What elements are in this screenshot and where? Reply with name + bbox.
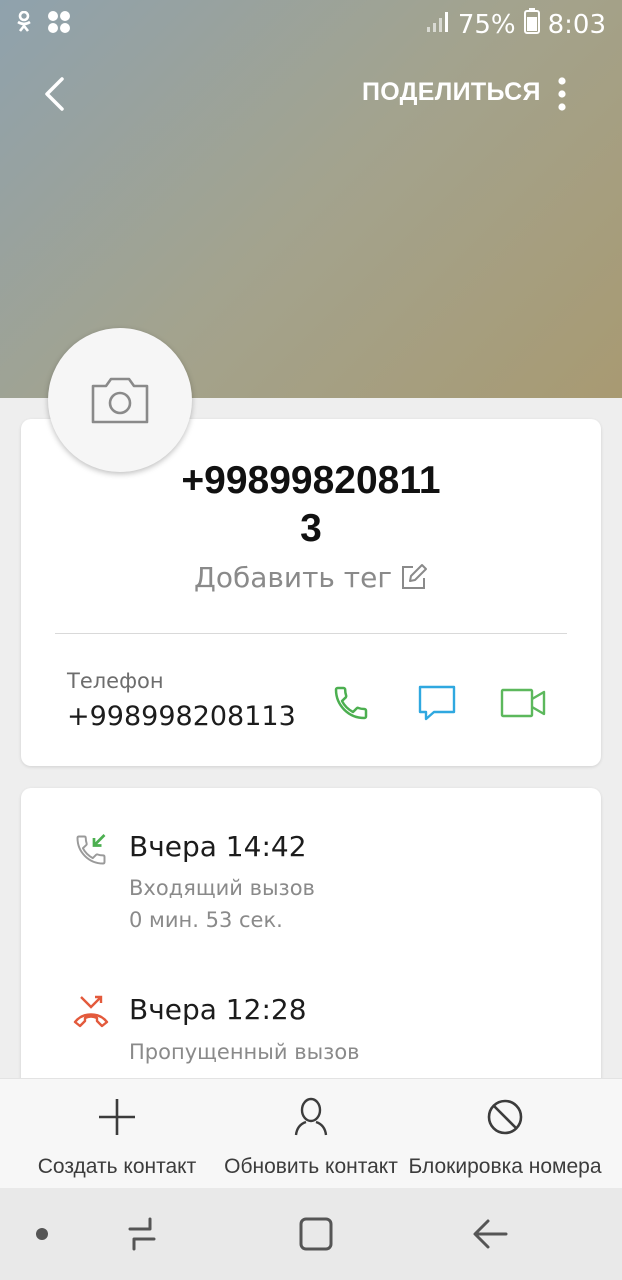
incoming-call-icon <box>71 830 111 870</box>
odnoklassniki-icon <box>16 10 32 37</box>
camera-icon <box>91 377 149 424</box>
block-icon <box>487 1099 523 1135</box>
missed-call-icon <box>71 992 111 1032</box>
back-nav-icon[interactable] <box>466 1212 514 1256</box>
more-options-button[interactable] <box>540 70 584 118</box>
person-icon <box>294 1097 328 1136</box>
call-log-duration: 0 мин. 53 сек. <box>129 908 283 932</box>
add-photo-button[interactable] <box>48 328 192 472</box>
block-number-button[interactable]: Блокировка номера <box>408 1079 602 1189</box>
home-icon[interactable] <box>292 1212 340 1256</box>
share-button[interactable]: ПОДЕЛИТЬСЯ <box>362 78 541 107</box>
create-contact-button[interactable]: Создать контакт <box>20 1079 214 1189</box>
bottom-action-bar: Создать контакт Обновить контакт Блокиро… <box>0 1078 622 1189</box>
contact-title: +99899820811 3 <box>21 457 601 553</box>
edit-icon <box>402 564 428 589</box>
battery-percent: 75% <box>457 9 516 40</box>
back-button[interactable] <box>30 70 78 118</box>
call-log-title: Вчера 14:42 <box>129 830 307 863</box>
contact-title-text: +99899820811 3 <box>181 459 441 550</box>
divider <box>55 633 567 634</box>
video-camera-icon <box>500 688 546 718</box>
add-tag-label: Добавить тег <box>193 561 393 594</box>
system-navigation-bar <box>0 1188 622 1280</box>
update-contact-button[interactable]: Обновить контакт <box>214 1079 408 1189</box>
more-vert-icon <box>558 77 566 111</box>
recent-apps-icon[interactable] <box>118 1212 166 1256</box>
create-contact-label: Создать контакт <box>37 1155 197 1178</box>
call-log-title: Вчера 12:28 <box>129 993 307 1026</box>
message-button[interactable] <box>409 677 465 729</box>
call-button[interactable] <box>323 677 379 729</box>
app-notification-icon <box>46 10 72 38</box>
battery-icon <box>523 8 540 41</box>
call-log-type: Пропущенный вызов <box>129 1040 360 1064</box>
plus-icon <box>99 1099 135 1135</box>
status-bar: 75% 8:03 <box>0 0 622 48</box>
app-bar: ПОДЕЛИТЬСЯ <box>0 60 622 130</box>
back-arrow-icon <box>45 77 64 111</box>
signal-icon <box>426 10 450 40</box>
nav-dot-icon[interactable] <box>30 1212 54 1256</box>
call-log-card: Вчера 14:42 Входящий вызов 0 мин. 53 сек… <box>21 788 601 1108</box>
phone-number[interactable]: +998998208113 <box>67 701 296 732</box>
update-contact-label: Обновить контакт <box>224 1155 398 1178</box>
call-log-type: Входящий вызов <box>129 876 315 900</box>
phone-icon <box>334 686 368 720</box>
video-call-button[interactable] <box>495 677 551 729</box>
message-icon <box>418 685 456 721</box>
phone-label: Телефон <box>67 669 164 693</box>
block-number-label: Блокировка номера <box>408 1155 602 1178</box>
clock: 8:03 <box>547 9 606 40</box>
add-tag-button[interactable]: Добавить тег <box>21 561 601 594</box>
